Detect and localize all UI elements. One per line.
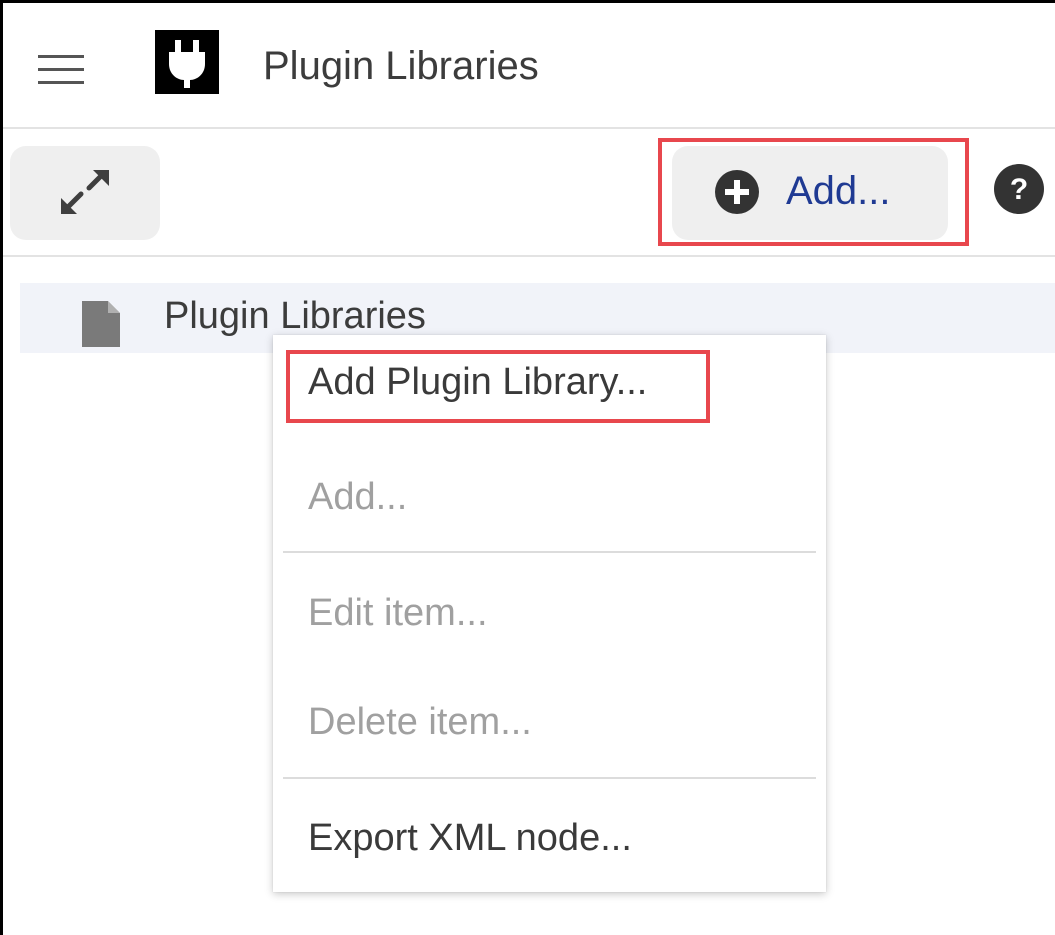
page-title: Plugin Libraries (263, 44, 539, 88)
menu-item-label: Edit item... (308, 592, 488, 634)
expand-button[interactable] (10, 146, 160, 240)
add-button-highlight (658, 138, 969, 246)
menu-item-export-xml[interactable]: Export XML node... (273, 803, 826, 873)
menu-item-label: Add... (308, 476, 408, 518)
plug-icon (155, 30, 219, 94)
help-icon[interactable]: ? (993, 163, 1045, 215)
app-header: Plugin Libraries (3, 3, 1055, 127)
header-divider (3, 127, 1055, 129)
expand-arrows-icon (61, 170, 109, 214)
menu-item-highlight (286, 350, 710, 423)
menu-item-delete[interactable]: Delete item... (273, 687, 826, 757)
menu-item-edit[interactable]: Edit item... (273, 578, 826, 648)
menu-separator (283, 777, 816, 779)
menu-item-label: Export XML node... (308, 817, 632, 859)
svg-text:?: ? (1010, 173, 1028, 206)
tree-item-label: Plugin Libraries (164, 295, 426, 337)
toolbar-divider (3, 255, 1055, 257)
file-icon (82, 301, 120, 347)
menu-separator (283, 551, 816, 553)
menu-item-add[interactable]: Add... (273, 462, 826, 532)
menu-item-label: Delete item... (308, 701, 532, 743)
hamburger-icon[interactable] (38, 55, 84, 85)
